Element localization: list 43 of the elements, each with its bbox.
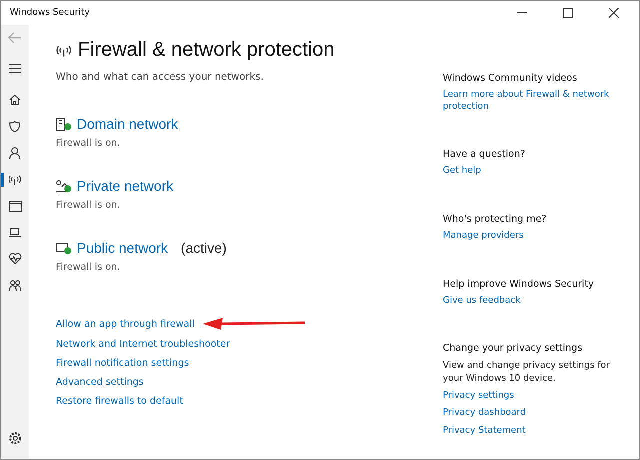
- help-link[interactable]: Privacy settings: [443, 390, 633, 402]
- section-description: View and change privacy settings for your Windows 10 device.: [443, 360, 612, 385]
- settings-link[interactable]: Allow an app through firewall: [56, 318, 195, 330]
- menu-icon[interactable]: [9, 64, 21, 73]
- settings-icon[interactable]: [8, 432, 22, 445]
- help-link[interactable]: Privacy dashboard: [443, 408, 633, 420]
- network-link[interactable]: Private network: [77, 178, 174, 194]
- page-title: Firewall & network protection: [78, 39, 335, 62]
- help-link[interactable]: Get help: [443, 166, 633, 178]
- help-link[interactable]: Learn more about Firewall & network protection: [443, 90, 633, 114]
- firewall-status: Firewall is on.: [56, 138, 122, 149]
- help-link[interactable]: Manage providers: [443, 231, 633, 243]
- settings-link[interactable]: Firewall notification settings: [56, 358, 190, 369]
- shield-icon[interactable]: [9, 120, 21, 133]
- laptop-icon[interactable]: [9, 228, 21, 238]
- settings-link[interactable]: Network and Internet troubleshooter: [56, 339, 230, 350]
- active-label: (active): [181, 240, 227, 256]
- home-icon[interactable]: [9, 94, 21, 106]
- page-subtitle: Who and what can access your networks.: [56, 72, 265, 83]
- person-icon[interactable]: [9, 147, 21, 160]
- window-title: Windows Security: [10, 8, 90, 18]
- monitor-check-icon: [56, 242, 72, 254]
- people-icon[interactable]: [8, 280, 22, 292]
- firewall-status: Firewall is on.: [56, 262, 122, 273]
- network-link[interactable]: Public network: [77, 240, 168, 256]
- section-heading: Who's protecting me?: [443, 214, 548, 226]
- building-check-icon: [56, 118, 72, 130]
- section-heading: Change your privacy settings: [443, 343, 584, 354]
- heart-icon[interactable]: [8, 253, 22, 266]
- help-link[interactable]: Give us feedback: [443, 296, 633, 308]
- settings-link[interactable]: Advanced settings: [56, 377, 144, 388]
- section-heading: Windows Community videos: [443, 73, 578, 84]
- settings-link[interactable]: Restore firewalls to default: [56, 396, 184, 407]
- network-link[interactable]: Domain network: [77, 116, 178, 132]
- section-heading: Have a question?: [443, 149, 526, 160]
- antenna-icon: [56, 44, 72, 58]
- maximize-icon[interactable]: [563, 8, 573, 18]
- close-icon[interactable]: [609, 8, 619, 18]
- firewall-status: Firewall is on.: [56, 200, 122, 211]
- section-heading: Help improve Windows Security: [443, 278, 596, 290]
- browser-window-icon[interactable]: [8, 200, 22, 212]
- antenna-icon[interactable]: [9, 174, 21, 186]
- help-link[interactable]: Privacy Statement: [443, 426, 633, 438]
